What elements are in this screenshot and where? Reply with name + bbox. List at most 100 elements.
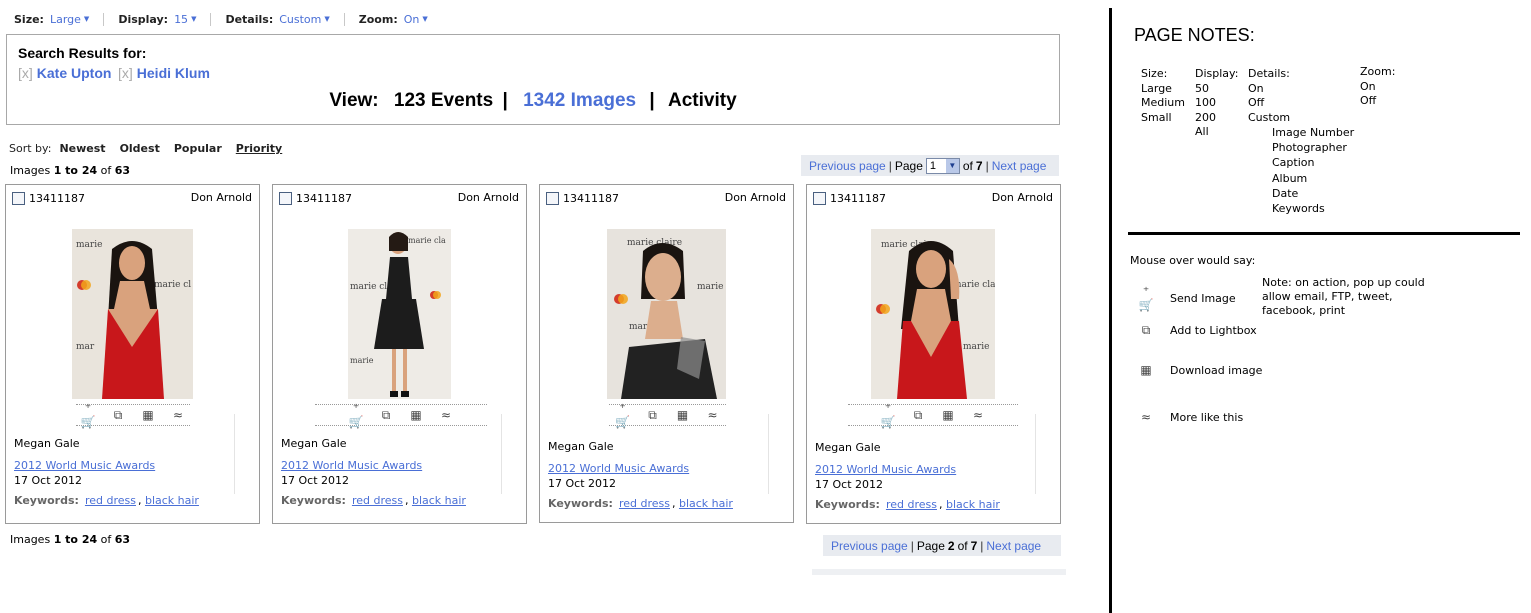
- thumbnail-image[interactable]: marie claire marie cla marie: [348, 229, 451, 399]
- download-image-icon[interactable]: ▦: [940, 408, 956, 422]
- keywords: Keywords: red dress, black hair: [815, 498, 1000, 511]
- add-to-lightbox-icon[interactable]: ⧉: [378, 408, 394, 423]
- send-image-icon[interactable]: ⁺🛒: [615, 401, 631, 429]
- view-activity-link[interactable]: Activity: [668, 90, 737, 111]
- view-events-link[interactable]: 123 Events: [394, 90, 493, 111]
- keyword-link[interactable]: black hair: [679, 497, 733, 510]
- notes-details-custom-list: Image Number Photographer Caption Album …: [1272, 126, 1355, 216]
- previous-page-link[interactable]: Previous page: [831, 539, 908, 553]
- image-card: 13411187 Don Arnold marie claire marie m…: [539, 184, 794, 523]
- keywords: Keywords: red dress, black hair: [281, 494, 466, 507]
- scrollbar[interactable]: [234, 414, 235, 494]
- scrollbar[interactable]: [501, 414, 502, 494]
- add-to-lightbox-icon[interactable]: ⧉: [110, 408, 126, 423]
- remove-term-button[interactable]: [x]: [18, 65, 33, 81]
- sort-priority[interactable]: Priority: [236, 142, 282, 155]
- download-image-icon[interactable]: ▦: [675, 408, 691, 422]
- send-image-icon: ⁺🛒: [1138, 284, 1154, 312]
- select-checkbox[interactable]: [12, 192, 25, 205]
- size-dropdown[interactable]: Size: Large ▼: [14, 12, 105, 26]
- search-term-name[interactable]: Heidi Klum: [137, 65, 210, 81]
- of-label: of: [957, 538, 968, 553]
- keyword-link[interactable]: red dress: [619, 497, 670, 510]
- chevron-down-icon[interactable]: ▼: [191, 15, 196, 23]
- send-image-icon[interactable]: ⁺🛒: [348, 401, 364, 429]
- details-label: Details:: [225, 12, 274, 26]
- date: 17 Oct 2012: [815, 478, 884, 491]
- scrollbar[interactable]: [768, 414, 769, 494]
- keyword-link[interactable]: black hair: [412, 494, 466, 507]
- toolbar: Size: Large ▼ Display: 15 ▼ Details: Cus…: [14, 12, 442, 26]
- event-link[interactable]: 2012 World Music Awards: [815, 463, 956, 476]
- svg-text:marie: marie: [350, 356, 374, 365]
- thumbnail-image[interactable]: marie claire marie clai marie: [871, 229, 995, 399]
- sort-newest[interactable]: Newest: [59, 142, 105, 155]
- display-value[interactable]: 15: [174, 13, 188, 26]
- download-image-icon[interactable]: ▦: [140, 408, 156, 422]
- photographer: Don Arnold: [457, 191, 519, 204]
- zoom-value[interactable]: On: [404, 13, 420, 26]
- send-image-icon[interactable]: ⁺🛒: [880, 401, 896, 429]
- image-number: 13411187: [830, 192, 886, 205]
- view-images-link[interactable]: 1342 Images: [523, 90, 636, 111]
- select-checkbox[interactable]: [279, 192, 292, 205]
- display-dropdown[interactable]: Display: 15 ▼: [104, 12, 212, 26]
- add-to-lightbox-icon[interactable]: ⧉: [645, 408, 661, 423]
- svg-text:marie cla: marie cla: [408, 236, 446, 245]
- zoom-dropdown[interactable]: Zoom: On ▼: [345, 13, 442, 26]
- keyword-link[interactable]: red dress: [352, 494, 403, 507]
- notes-details-column: Details: On Off Custom: [1248, 67, 1291, 124]
- chevron-down-icon[interactable]: ▼: [84, 15, 89, 23]
- date: 17 Oct 2012: [14, 474, 83, 487]
- horizontal-divider: [1128, 232, 1520, 235]
- pager-bottom: Previous page | Page 2 of 7 | Next page: [823, 535, 1061, 556]
- next-page-link[interactable]: Next page: [986, 539, 1041, 553]
- total-pages: 7: [975, 158, 983, 173]
- thumbnail-image[interactable]: marie marie cl mar: [72, 229, 193, 399]
- event-link[interactable]: 2012 World Music Awards: [281, 459, 422, 472]
- more-like-this-icon[interactable]: ≈: [970, 408, 986, 422]
- chevron-down-icon[interactable]: ▼: [422, 15, 427, 23]
- search-term-name[interactable]: Kate Upton: [37, 65, 112, 81]
- event-link[interactable]: 2012 World Music Awards: [548, 462, 689, 475]
- view-separator: |: [649, 90, 655, 111]
- scrollbar[interactable]: [1035, 414, 1036, 494]
- previous-page-link[interactable]: Previous page: [809, 159, 886, 173]
- mouseover-download-image: ▦ Download image: [1136, 363, 1262, 377]
- send-image-icon[interactable]: ⁺🛒: [80, 401, 96, 429]
- keyword-link[interactable]: red dress: [85, 494, 136, 507]
- photographer: Don Arnold: [724, 191, 786, 204]
- action-bar: ⁺🛒 ⧉ ▦ ≈: [76, 401, 190, 429]
- download-image-icon[interactable]: ▦: [408, 408, 424, 422]
- pager-shadow: [812, 569, 1066, 575]
- page-notes-title: PAGE NOTES:: [1134, 25, 1255, 45]
- remove-term-button[interactable]: [x]: [118, 65, 133, 81]
- sort-oldest[interactable]: Oldest: [120, 142, 160, 155]
- page-label: Page: [894, 158, 923, 173]
- details-dropdown[interactable]: Details: Custom ▼: [211, 12, 345, 26]
- select-checkbox[interactable]: [813, 192, 826, 205]
- more-like-this-icon[interactable]: ≈: [705, 408, 721, 422]
- chevron-down-icon[interactable]: ▼: [324, 15, 329, 23]
- page-select[interactable]: 1 ▼: [925, 157, 960, 174]
- svg-text:marie: marie: [76, 240, 102, 250]
- event-link[interactable]: 2012 World Music Awards: [14, 459, 155, 472]
- add-to-lightbox-icon[interactable]: ⧉: [910, 408, 926, 423]
- more-like-this-icon[interactable]: ≈: [438, 408, 454, 422]
- sort-popular[interactable]: Popular: [174, 142, 222, 155]
- keywords: Keywords: red dress, black hair: [548, 497, 733, 510]
- chevron-down-icon[interactable]: ▼: [945, 158, 959, 173]
- sort-bar: Sort by: Newest Oldest Popular Priority: [9, 142, 296, 155]
- mouseover-send-image: ⁺🛒 Send Image: [1136, 284, 1236, 312]
- thumbnail-image[interactable]: marie claire marie marie: [607, 229, 726, 399]
- next-page-link[interactable]: Next page: [992, 159, 1047, 173]
- image-count-bottom: Images 1 to 24 of 63: [10, 533, 131, 546]
- keyword-link[interactable]: black hair: [145, 494, 199, 507]
- select-checkbox[interactable]: [546, 192, 559, 205]
- size-value[interactable]: Large: [50, 13, 81, 26]
- more-like-this-icon[interactable]: ≈: [170, 408, 186, 422]
- notes-zoom-column: Zoom: On Off: [1360, 65, 1396, 107]
- keyword-link[interactable]: red dress: [886, 498, 937, 511]
- details-value[interactable]: Custom: [279, 13, 321, 26]
- keyword-link[interactable]: black hair: [946, 498, 1000, 511]
